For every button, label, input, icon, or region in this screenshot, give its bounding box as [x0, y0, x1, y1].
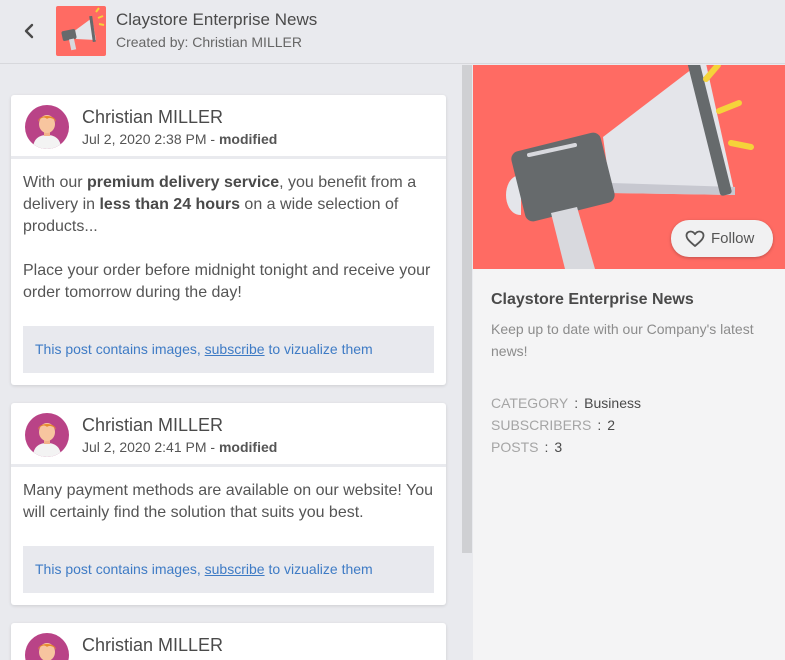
- post-text-bold: less than 24 hours: [99, 196, 240, 213]
- channel-logo: [56, 6, 106, 56]
- post-paragraph: Place your order before midnight tonight…: [23, 262, 431, 301]
- channel-title: Claystore Enterprise News: [116, 10, 318, 29]
- channel-cover-image: Follow: [473, 65, 785, 269]
- feed-scrollbar[interactable]: [462, 65, 472, 553]
- post-paragraph: With our premium delivery service, you b…: [23, 172, 434, 238]
- channel-creator: Created by: Christian MILLER: [116, 34, 302, 50]
- chevron-left-icon: [24, 23, 34, 39]
- stat-key: SUBSCRIBERS: [491, 417, 592, 433]
- post-author[interactable]: Christian MILLER: [82, 107, 223, 128]
- stat-value: 2: [607, 417, 616, 433]
- channel-info-panel: Follow Claystore Enterprise News Keep up…: [473, 65, 785, 660]
- stat-value: 3: [554, 439, 563, 455]
- post-timestamp: Jul 2, 2020 2:41 PM: [82, 439, 207, 455]
- post-meta-separator: -: [206, 131, 219, 147]
- post-date: Jul 2, 2020 2:41 PM - modified: [82, 439, 277, 455]
- stat-separator: :: [597, 417, 602, 433]
- post-modified-flag: modified: [218, 131, 278, 147]
- panel-channel-title: Claystore Enterprise News: [491, 291, 694, 308]
- follow-button[interactable]: Follow: [671, 220, 773, 257]
- subscribe-link[interactable]: subscribe: [205, 561, 265, 577]
- post-feed[interactable]: Christian MILLER Jul 2, 2020 2:38 PM - m…: [0, 65, 462, 660]
- post-author[interactable]: Christian MILLER: [82, 635, 223, 656]
- stat-key: CATEGORY: [491, 395, 569, 411]
- channel-header: Claystore Enterprise News Created by: Ch…: [0, 0, 785, 64]
- stat-separator: :: [544, 439, 549, 455]
- images-notice: This post contains images, subscribe to …: [23, 546, 434, 593]
- post-author[interactable]: Christian MILLER: [82, 415, 223, 436]
- stat-value: Business: [584, 395, 641, 411]
- post-header: Christian MILLER Jul 2, 2020 2:41 PM - m…: [11, 403, 446, 467]
- post-timestamp: Jul 2, 2020 2:38 PM: [82, 131, 207, 147]
- post-date: Jul 2, 2020 2:38 PM - modified: [82, 131, 277, 147]
- stat-posts: POSTS:3: [491, 439, 562, 455]
- stat-category: CATEGORY: Business: [491, 395, 641, 411]
- post-header: Christian MILLER: [11, 623, 446, 660]
- post-card: Christian MILLER Jul 2, 2020 2:38 PM - m…: [11, 95, 446, 385]
- post-card: Christian MILLER Jul 2, 2020 2:41 PM - m…: [11, 403, 446, 605]
- subscribe-link[interactable]: subscribe: [205, 341, 265, 357]
- stat-subscribers: SUBSCRIBERS:2: [491, 417, 615, 433]
- post-content: Many payment methods are available on ou…: [11, 467, 446, 524]
- person-avatar-icon: [33, 115, 61, 149]
- back-button[interactable]: [18, 20, 40, 42]
- author-avatar[interactable]: [25, 413, 69, 457]
- heart-icon: [685, 230, 705, 247]
- stat-key: POSTS: [491, 439, 539, 455]
- post-meta-separator: -: [206, 439, 219, 455]
- post-card: Christian MILLER: [11, 623, 446, 660]
- notice-text: to vizualize them: [264, 561, 373, 577]
- notice-text: This post contains images,: [35, 341, 205, 357]
- post-content: With our premium delivery service, you b…: [11, 159, 446, 304]
- post-header: Christian MILLER Jul 2, 2020 2:38 PM - m…: [11, 95, 446, 159]
- stat-separator: :: [574, 395, 579, 411]
- post-paragraph: Many payment methods are available on ou…: [23, 482, 434, 521]
- person-avatar-icon: [38, 643, 56, 660]
- panel-channel-description: Keep up to date with our Company's lates…: [491, 321, 754, 359]
- notice-text: This post contains images,: [35, 561, 205, 577]
- author-avatar[interactable]: [25, 633, 69, 660]
- notice-text: to vizualize them: [264, 341, 373, 357]
- post-text-bold: premium delivery service: [87, 174, 280, 191]
- author-avatar[interactable]: [25, 105, 69, 149]
- person-avatar-icon: [33, 423, 61, 457]
- post-text: With our: [23, 174, 88, 191]
- megaphone-icon: [61, 7, 105, 51]
- follow-label: Follow: [711, 230, 755, 247]
- post-modified-flag: modified: [218, 439, 278, 455]
- images-notice: This post contains images, subscribe to …: [23, 326, 434, 373]
